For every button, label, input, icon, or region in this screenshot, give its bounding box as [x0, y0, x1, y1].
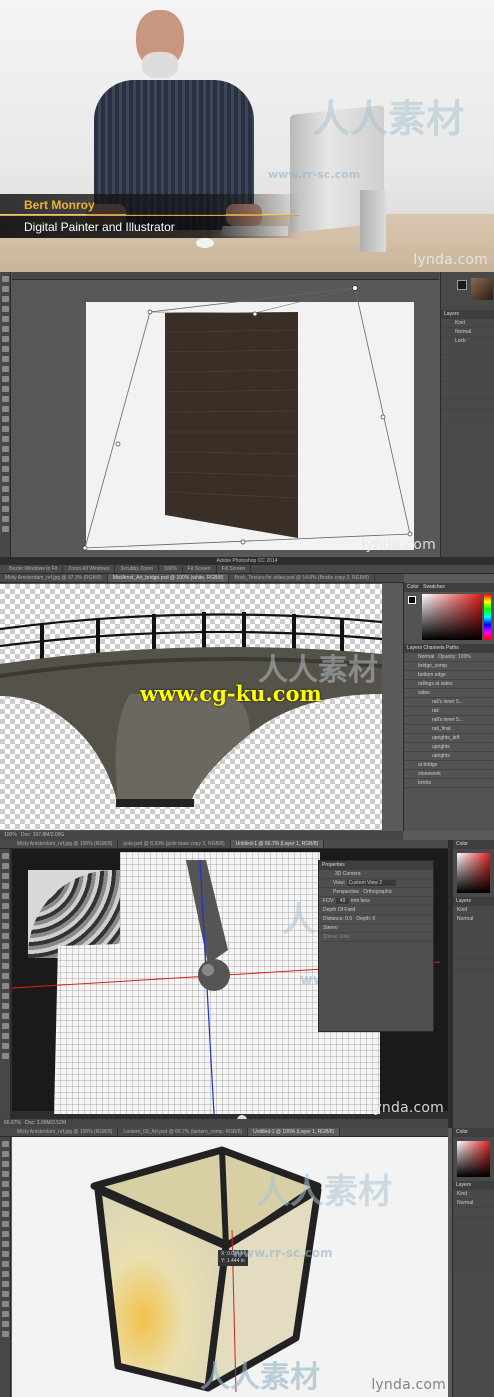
lynda-logo: lynda.com — [361, 537, 436, 553]
imac-stand — [360, 190, 386, 252]
doc-tab[interactable]: MistAmst_Art_bridge.psd @ 100% (white, R… — [107, 574, 230, 582]
warp-handle — [115, 441, 121, 447]
watermark-cn-url: www.rr-sc.com — [268, 168, 361, 181]
options-bar[interactable]: Bezier Windows to Fit Zoom All Windows Scr… — [0, 565, 494, 574]
right-panel[interactable]: Layers Kind Normal Lock: — [440, 272, 494, 557]
doc-tab[interactable]: Misty Amsterdam_ref.jpg @ 97.3% (RGB/8) — [0, 574, 108, 582]
watermark-cn: 人人素材 — [312, 97, 465, 141]
warp-handle — [352, 285, 358, 291]
layer-row[interactable]: uprights_left — [404, 734, 494, 743]
warp-handle — [147, 309, 153, 315]
right-panels[interactable]: Color Swatches Layers Channels Paths Nor… — [403, 583, 494, 831]
layer-row[interactable]: uprights — [404, 743, 494, 752]
doc-tab[interactable]: Brick_Texture for sides.psd @ 14.8% (Bri… — [229, 574, 375, 582]
warp-handle — [407, 531, 413, 537]
layer-row[interactable]: bridge_comp — [404, 662, 494, 671]
sphere-3d — [198, 959, 230, 991]
layer-row[interactable]: at bridge — [404, 761, 494, 770]
status-bar: 66.67% Doc: 3.09M/3.52M — [0, 1119, 448, 1128]
document-tabs[interactable]: Misty Amsterdam_ref.jpg @ 97.3% (RGB/8) M… — [0, 574, 404, 583]
video-frame-3d: Misty Amsterdam_ref.jpg @ 100% (RGB/8) po… — [0, 840, 494, 1128]
right-panel[interactable]: Color Layers Kind Normal — [452, 1128, 494, 1397]
right-panel[interactable]: Color Layers Kind Normal — [452, 840, 494, 1128]
lynda-logo: lynda.com — [371, 1377, 446, 1393]
bridge-art[interactable] — [0, 584, 382, 830]
properties-panel[interactable]: Properties 3D Camera View: Custom View 2… — [318, 860, 434, 1032]
layer-row[interactable]: uprights — [404, 752, 494, 761]
status-bar: 100% Doc: 197.8M/2.00G — [0, 831, 403, 840]
layer-row[interactable]: railings at sides — [404, 680, 494, 689]
brick-texture — [165, 312, 298, 538]
layer-row[interactable]: rail_final — [404, 725, 494, 734]
layer-row[interactable]: rail's inner 5... — [404, 716, 494, 725]
watermark-cn-bottom: 人人素材 — [200, 1360, 320, 1395]
video-frame-lantern: Misty Amsterdam_ref.jpg @ 100% (RGB/8) La… — [0, 1128, 494, 1397]
lower-third: Bert Monroy Digital Painter and Illustra… — [0, 194, 300, 240]
layer-row[interactable]: rail's inner 5... — [404, 698, 494, 707]
presenter-name: Bert Monroy — [24, 198, 95, 212]
video-frame-warp: Layers Kind Normal Lock: lynda.com — [0, 272, 494, 557]
layer-row[interactable]: bottom edge — [404, 671, 494, 680]
warp-canvas[interactable] — [0, 272, 440, 557]
layer-row[interactable]: stonework — [404, 770, 494, 779]
video-frame-bridge: Adobe Photoshop CC 2014 Bezier Windows t… — [0, 557, 494, 840]
layer-row[interactable]: rail — [404, 707, 494, 716]
app-titlebar: Adobe Photoshop CC 2014 — [0, 557, 494, 565]
color-picker[interactable] — [406, 594, 492, 642]
presenter-title: Digital Painter and Illustrator — [24, 220, 175, 234]
layer-row[interactable]: sides — [404, 689, 494, 698]
layer-row[interactable]: bricks — [404, 779, 494, 788]
warp-handle — [82, 545, 88, 551]
video-frame-presenter: Bert Monroy Digital Painter and Illustra… — [0, 0, 494, 272]
warp-handle — [380, 414, 386, 420]
lynda-logo: lynda.com — [369, 1100, 444, 1116]
warp-handle — [252, 311, 258, 317]
warp-handle — [240, 539, 246, 545]
color-preview[interactable] — [471, 278, 493, 300]
layers-panel-tab[interactable]: Layers — [441, 310, 494, 319]
color-swatch-fg[interactable] — [457, 280, 467, 290]
lynda-logo: lynda.com — [413, 252, 488, 268]
